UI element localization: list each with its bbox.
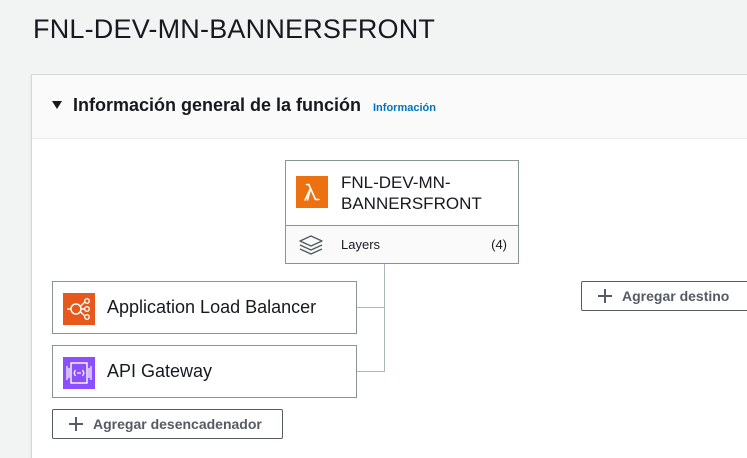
- trigger-label: Application Load Balancer: [107, 297, 317, 317]
- trigger-api-gateway[interactable]: API Gateway: [52, 345, 357, 398]
- trigger-label: API Gateway: [107, 361, 213, 381]
- layers-icon: [299, 235, 323, 255]
- page-title: FNL-DEV-MN-BANNERSFRONT: [33, 14, 436, 44]
- connector-vertical: [384, 262, 385, 372]
- add-trigger-label: Agregar desencadenador: [93, 416, 262, 432]
- connector-alb: [356, 307, 385, 308]
- info-link[interactable]: Información: [373, 102, 436, 114]
- panel-header[interactable]: Información general de la función Inform…: [32, 75, 747, 139]
- add-destination-button[interactable]: Agregar destino: [581, 281, 747, 311]
- layers-row[interactable]: Layers (4): [286, 226, 518, 263]
- add-destination-label: Agregar destino: [622, 288, 730, 304]
- lambda-icon: [296, 176, 328, 208]
- api-gateway-icon: [63, 357, 95, 389]
- function-name: FNL-DEV-MN-BANNERSFRONT: [341, 173, 482, 213]
- layers-count: (4): [491, 237, 507, 252]
- add-trigger-button[interactable]: Agregar desencadenador: [52, 409, 283, 439]
- load-balancer-icon: [63, 293, 95, 325]
- panel-title: Información general de la función: [73, 95, 362, 115]
- plus-icon: [69, 417, 83, 431]
- trigger-application-load-balancer[interactable]: Application Load Balancer: [52, 281, 357, 334]
- connector-apigw: [356, 371, 385, 372]
- function-box[interactable]: FNL-DEV-MN-BANNERSFRONT Layers (4): [285, 160, 519, 264]
- caret-down-icon[interactable]: [52, 101, 62, 109]
- plus-icon: [598, 289, 612, 303]
- function-overview-panel: Información general de la función Inform…: [31, 74, 747, 458]
- function-header[interactable]: FNL-DEV-MN-BANNERSFRONT: [286, 161, 518, 226]
- layers-label: Layers: [341, 237, 381, 252]
